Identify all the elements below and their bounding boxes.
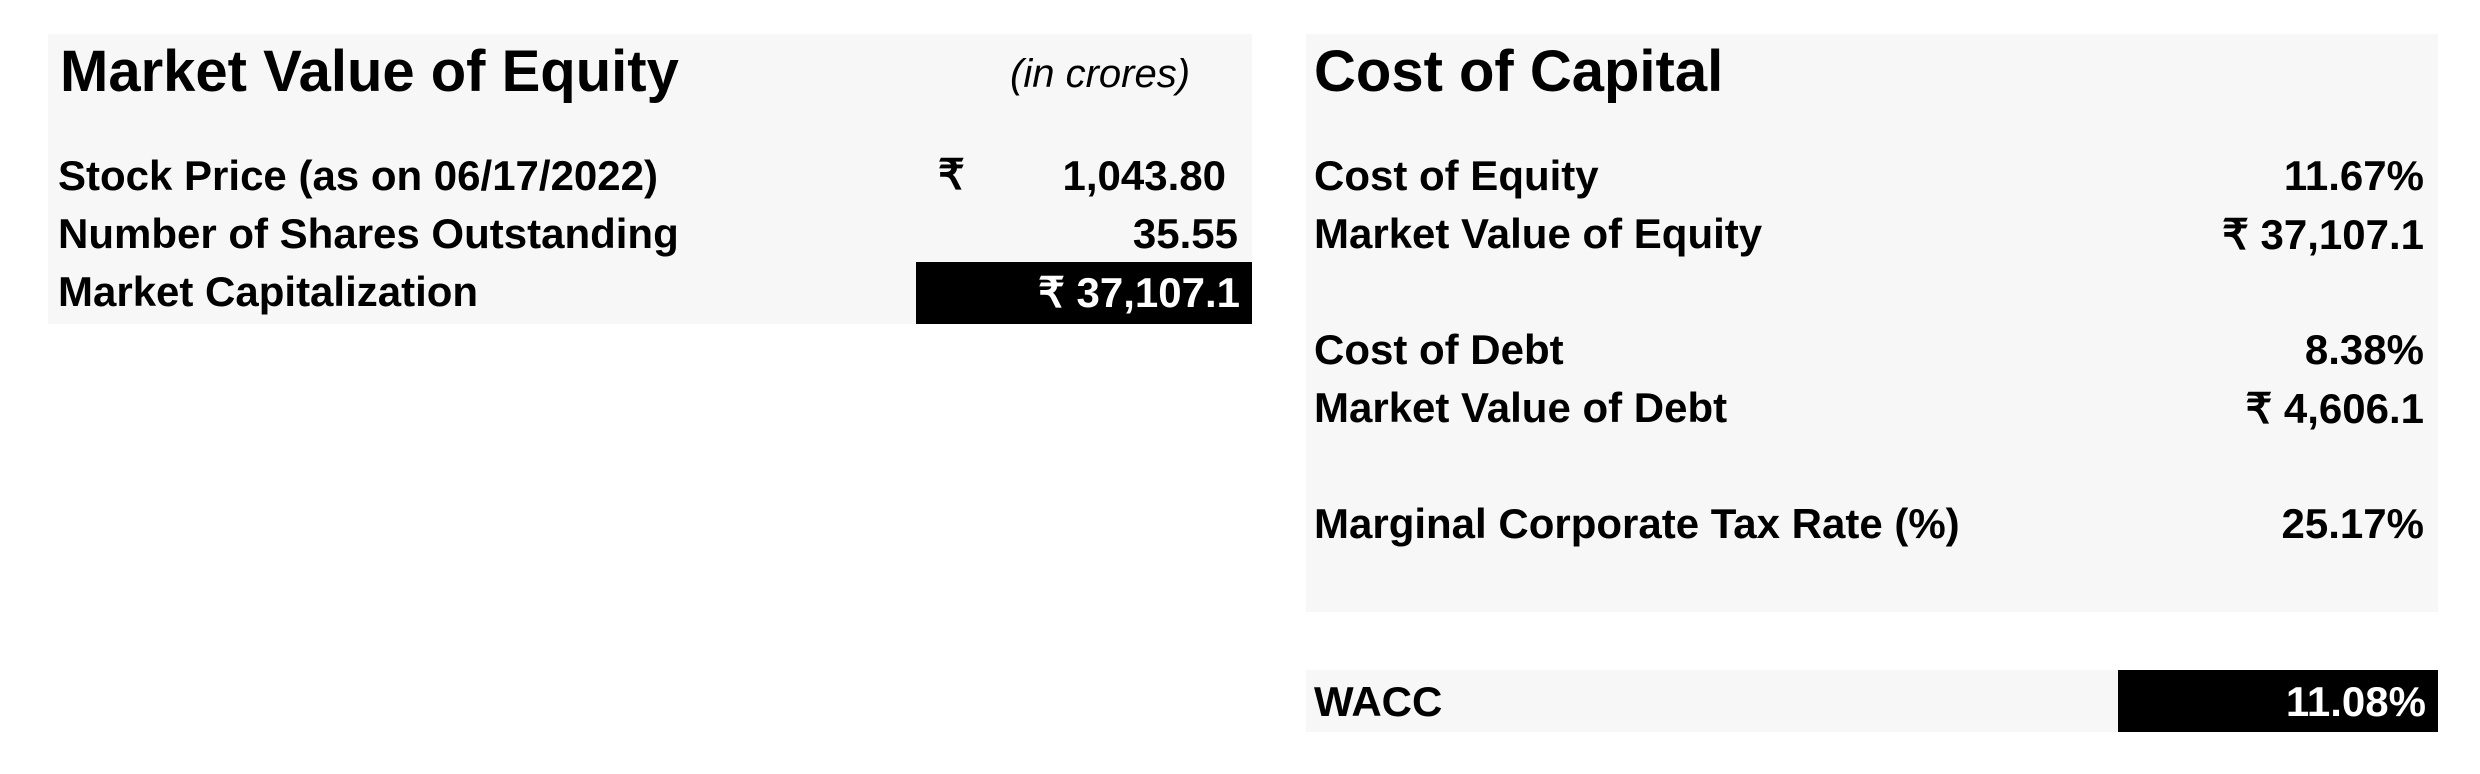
mv-debt-value: ₹ 4,606.1: [2245, 385, 2424, 432]
market-cap-label: Market Capitalization: [58, 268, 479, 315]
cost-of-debt-value: 8.38%: [2304, 326, 2424, 373]
cost-of-equity-value: 11.67%: [2283, 152, 2424, 199]
shares-outstanding-value: 35.55: [1132, 210, 1238, 257]
mv-equity-value: ₹ 37,107.1: [2222, 211, 2424, 258]
market-cap-value: ₹ 37,107.1: [1038, 269, 1240, 316]
shares-outstanding-label: Number of Shares Outstanding: [58, 210, 679, 257]
capital-title: Cost of Capital: [1314, 39, 1724, 104]
stock-price-currency: ₹: [938, 151, 965, 198]
cost-of-equity-label: Cost of Equity: [1314, 152, 1599, 199]
stock-price-value: 1,043.80: [1062, 152, 1227, 199]
tax-rate-value: 25.17%: [2281, 500, 2424, 547]
wacc-label: WACC: [1314, 678, 1443, 725]
mv-debt-label: Market Value of Debt: [1314, 384, 1728, 431]
cost-of-debt-label: Cost of Debt: [1314, 326, 1564, 373]
market-cap-highlight: ₹ 37,107.1: [916, 262, 1252, 324]
wacc-value: 11.08%: [2285, 678, 2426, 725]
stock-price-label: Stock Price (as on 06/17/2022): [58, 152, 658, 199]
tax-rate-label: Marginal Corporate Tax Rate (%): [1314, 500, 1960, 547]
equity-unit-note: (in crores): [1010, 52, 1191, 96]
equity-title: Market Value of Equity: [60, 39, 679, 104]
wacc-highlight: 11.08%: [2118, 670, 2438, 732]
mv-equity-label: Market Value of Equity: [1314, 210, 1763, 257]
